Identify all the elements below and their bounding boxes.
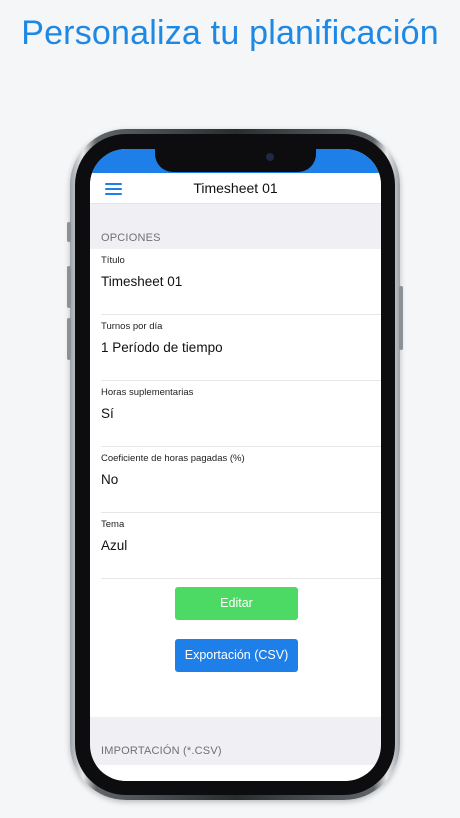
option-label: Turnos por día bbox=[101, 321, 163, 332]
option-label: Título bbox=[101, 255, 125, 266]
import-list-start bbox=[90, 765, 381, 781]
section-header-import: IMPORTACIÓN (*.CSV) bbox=[101, 745, 222, 757]
nav-bar: Timesheet 01 bbox=[90, 173, 381, 204]
export-csv-button[interactable]: Exportación (CSV) bbox=[175, 639, 298, 672]
phone-volume-up bbox=[67, 266, 71, 308]
option-value: 1 Período de tiempo bbox=[101, 340, 223, 355]
option-value: No bbox=[101, 472, 119, 487]
phone-silent-switch bbox=[67, 222, 71, 242]
phone-volume-down bbox=[67, 318, 71, 360]
section-header-options: OPCIONES bbox=[101, 232, 161, 244]
front-camera bbox=[266, 153, 274, 161]
app-screen: Timesheet 01 OPCIONES Título Timesheet 0… bbox=[90, 149, 381, 781]
option-row-shifts[interactable]: Turnos por día 1 Período de tiempo bbox=[101, 315, 381, 381]
nav-title: Timesheet 01 bbox=[193, 180, 278, 196]
promo-headline: Personaliza tu planificación bbox=[21, 14, 439, 52]
option-row-title[interactable]: Título Timesheet 01 bbox=[101, 249, 381, 315]
option-label: Tema bbox=[101, 519, 125, 530]
option-row-paid-coefficient[interactable]: Coeficiente de horas pagadas (%) No bbox=[101, 447, 381, 513]
option-row-overtime[interactable]: Horas suplementarias Sí bbox=[101, 381, 381, 447]
option-label: Horas suplementarias bbox=[101, 387, 194, 398]
option-value: Timesheet 01 bbox=[101, 274, 183, 289]
option-value: Sí bbox=[101, 406, 114, 421]
edit-button[interactable]: Editar bbox=[175, 587, 298, 620]
phone-notch bbox=[155, 149, 316, 172]
phone-power-button bbox=[399, 286, 403, 350]
option-value: Azul bbox=[101, 538, 128, 553]
option-row-theme[interactable]: Tema Azul bbox=[101, 513, 381, 579]
option-label: Coeficiente de horas pagadas (%) bbox=[101, 453, 245, 464]
